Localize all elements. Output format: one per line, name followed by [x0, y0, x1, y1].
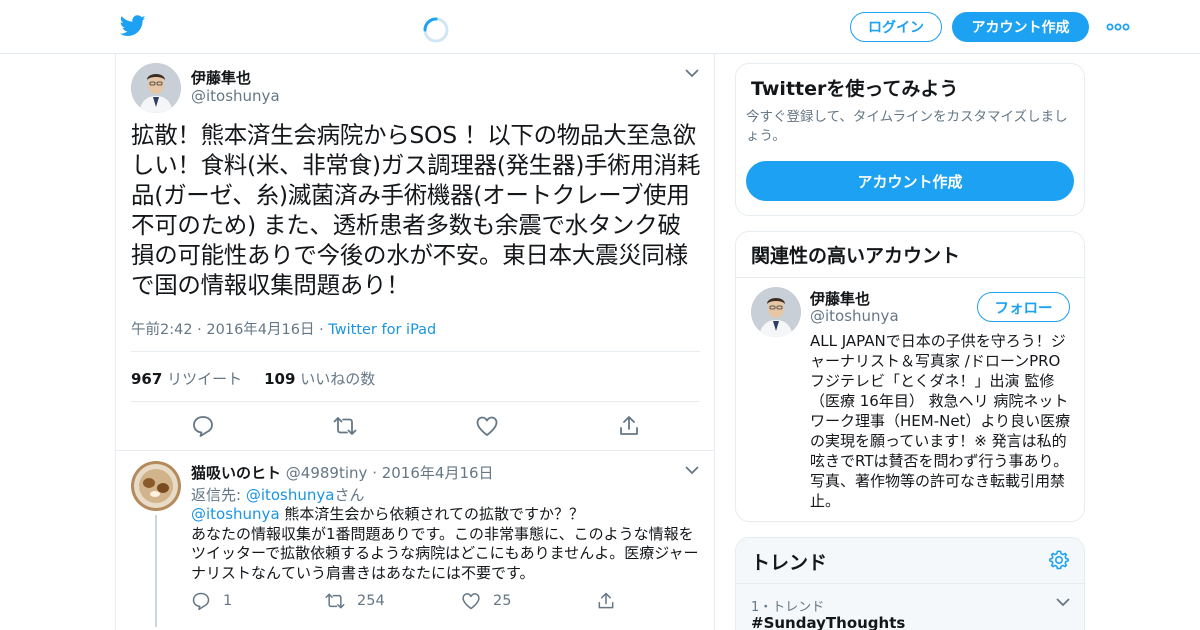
related-accounts-card: 関連性の高いアカウント 伊藤隼也 @itoshunya フォロー ALL JAP… [735, 231, 1085, 522]
tweet-author-handle[interactable]: @itoshunya [191, 87, 280, 105]
tweet-time[interactable]: 午前2:42 · 2016年4月16日 · [131, 322, 324, 338]
chevron-down-icon[interactable] [685, 465, 699, 475]
signup-button[interactable]: アカウント作成 [952, 12, 1089, 42]
related-accounts-title: 関連性の高いアカウント [751, 245, 961, 267]
chevron-down-icon[interactable] [685, 68, 699, 78]
like-icon[interactable] [461, 591, 481, 611]
avatar[interactable] [131, 63, 181, 113]
more-icon[interactable] [1106, 19, 1130, 35]
reply-icon[interactable] [191, 414, 215, 438]
reply-header: 猫吸いのヒト @4989tiny · 2016年4月16日 [191, 462, 494, 483]
tweet-text: 拡散！熊本済生会病院からSOS ！以下の物品大至急欲しい！食料(米、非常食)ガス… [131, 121, 701, 299]
reply-icon[interactable] [191, 591, 211, 611]
thread-line [155, 515, 157, 627]
gear-icon[interactable] [1048, 549, 1070, 571]
top-bar: ログイン アカウント作成 [0, 0, 1200, 54]
reply-like-action[interactable]: 25 [461, 591, 511, 611]
reply-retweet-action[interactable]: 254 [325, 591, 385, 611]
reply-to: 返信先: @itoshunyaさん [191, 486, 365, 504]
main-column: 伊藤隼也 @itoshunya 拡散！熊本済生会病院からSOS ！以下の物品大至… [115, 54, 715, 630]
retweet-icon[interactable] [333, 414, 357, 438]
tweet-actions [191, 414, 651, 438]
signup-card-button[interactable]: アカウント作成 [746, 161, 1074, 201]
like-icon[interactable] [475, 414, 499, 438]
loading-spinner-icon [423, 17, 449, 43]
like-stat[interactable]: 109 いいねの数 [264, 368, 375, 389]
avatar[interactable] [751, 287, 801, 337]
reply-author-name[interactable]: 猫吸いのヒト [191, 464, 281, 482]
retweet-stat[interactable]: 967 リツイート [131, 368, 242, 389]
login-button[interactable]: ログイン [850, 12, 942, 42]
reply-reply-action[interactable]: 1 [191, 591, 232, 611]
reply-avatar[interactable] [131, 461, 181, 511]
share-icon[interactable] [596, 591, 616, 611]
twitter-bird-icon[interactable] [120, 14, 146, 38]
signup-card-title: Twitterを使ってみよう [751, 78, 959, 100]
signup-card: Twitterを使ってみよう 今すぐ登録して、タイムラインをカスタマイズしましょ… [735, 63, 1085, 216]
reply-share-action[interactable] [596, 591, 616, 611]
tweet-source-link[interactable]: Twitter for iPad [328, 322, 436, 338]
divider [736, 277, 1084, 278]
reply-to-mention[interactable]: @itoshunya [246, 486, 335, 504]
signup-card-description: 今すぐ登録して、タイムラインをカスタマイズしましょう。 [746, 109, 1068, 144]
related-account-bio: ALL JAPANで日本の子供を守ろう！ジャーナリスト＆写真家 /ドローンPRO… [810, 332, 1071, 510]
reply-text: @itoshunya 熊本済生会から依頼されての拡散ですか？？ あなたの情報収集が… [191, 505, 699, 582]
reply-author-handle[interactable]: @4989tiny [286, 464, 368, 482]
trend-item-hashtag[interactable]: #SundayThoughts [751, 614, 905, 630]
divider [131, 351, 700, 352]
tweet-timestamp: 午前2:42 · 2016年4月16日 · Twitter for iPad [131, 318, 436, 339]
tweet-author-name[interactable]: 伊藤隼也 [191, 67, 251, 88]
related-account-handle[interactable]: @itoshunya [810, 307, 899, 325]
divider [131, 401, 700, 402]
share-icon[interactable] [617, 414, 641, 438]
reply-date[interactable]: · 2016年4月16日 [372, 464, 493, 482]
retweet-icon[interactable] [325, 591, 345, 611]
divider [736, 583, 1084, 584]
tweet-stats: 967 リツイート 109 いいねの数 [131, 368, 375, 389]
chevron-down-icon[interactable] [1056, 597, 1070, 607]
reply-mention[interactable]: @itoshunya [191, 505, 280, 523]
related-account-name[interactable]: 伊藤隼也 [810, 288, 870, 309]
follow-button[interactable]: フォロー [977, 292, 1070, 322]
trends-title: トレンド [751, 552, 828, 574]
reply-actions: 1 254 25 [191, 591, 631, 613]
trends-card: トレンド 1・トレンド #SundayThoughts [735, 537, 1085, 630]
trend-item-meta: 1・トレンド [751, 600, 825, 615]
divider [116, 450, 714, 451]
